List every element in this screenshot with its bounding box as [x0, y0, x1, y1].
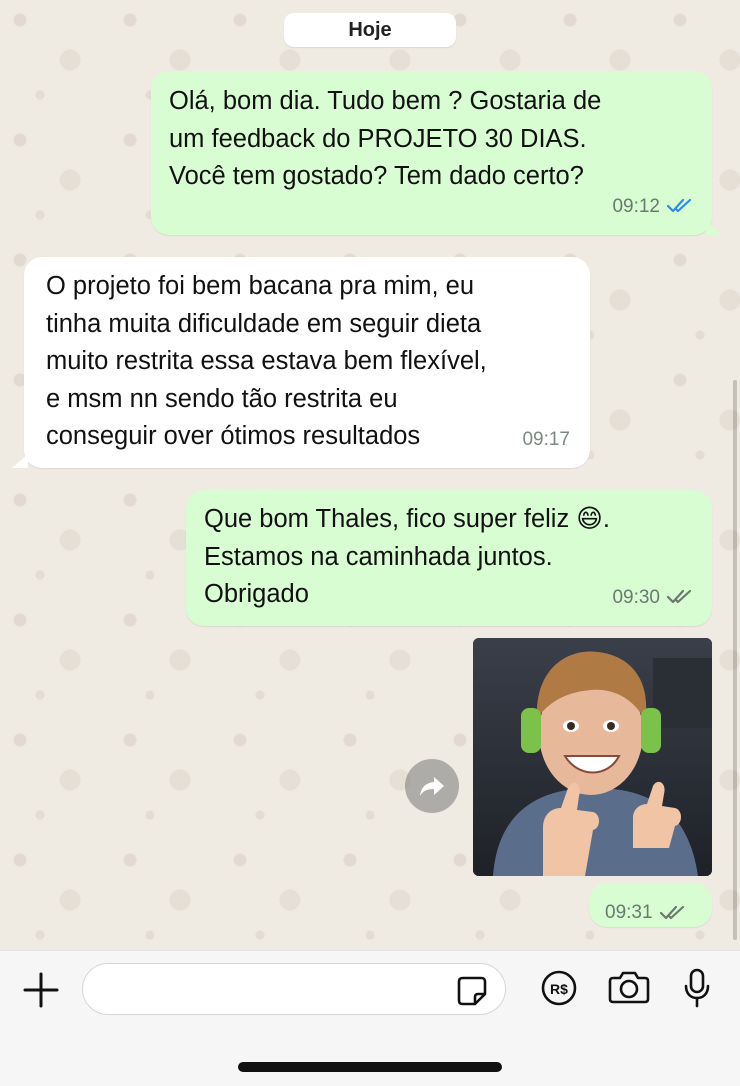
forward-button[interactable] — [405, 759, 459, 813]
message-meta: 09:31 — [605, 894, 687, 932]
message-meta: 09:12 — [612, 188, 694, 226]
payment-icon[interactable]: R$ — [540, 969, 578, 1007]
bubble-tail — [12, 454, 28, 468]
home-indicator — [238, 1062, 502, 1072]
message-time: 09:17 — [522, 428, 570, 450]
message-time: 09:31 — [605, 902, 653, 923]
double-check-icon — [659, 905, 684, 919]
boy-thumbs-up-photo[interactable] — [473, 638, 712, 876]
message-input[interactable] — [103, 964, 447, 1014]
message-composer: R$ — [0, 950, 740, 1086]
message-meta: 09:30 — [612, 579, 694, 617]
message-meta: 09:17 — [522, 421, 570, 459]
message-text: Olá, bom dia. Tudo bem ? Gostaria de um … — [169, 87, 602, 190]
message-bubble-incoming[interactable]: O projeto foi bem bacana pra mim, eu tin… — [24, 257, 590, 468]
camera-icon[interactable] — [607, 969, 651, 1005]
double-check-icon — [666, 199, 692, 213]
scrollbar[interactable] — [733, 380, 737, 940]
sticker-icon[interactable] — [455, 974, 489, 1008]
microphone-icon[interactable] — [682, 967, 712, 1009]
chat-area[interactable]: Hoje Olá, bom dia. Tudo bem ? Gostaria d… — [0, 0, 740, 950]
message-text: O projeto foi bem bacana pra mim, eu tin… — [46, 272, 487, 450]
date-separator: Hoje — [284, 13, 456, 47]
bubble-tail — [706, 221, 722, 235]
svg-text:R$: R$ — [550, 981, 568, 997]
message-bubble-outgoing[interactable]: Olá, bom dia. Tudo bem ? Gostaria de um … — [151, 71, 712, 235]
message-input-wrapper[interactable] — [82, 963, 506, 1015]
forward-icon — [420, 777, 444, 796]
double-check-icon — [666, 590, 692, 604]
plus-icon[interactable] — [22, 971, 60, 1009]
message-bubble-outgoing[interactable]: Que bom Thales, fico super feliz 😄. Esta… — [186, 490, 712, 626]
message-time: 09:12 — [612, 195, 660, 217]
message-time: 09:30 — [612, 586, 660, 608]
message-bubble-outgoing[interactable]: 09:31 — [589, 883, 712, 927]
